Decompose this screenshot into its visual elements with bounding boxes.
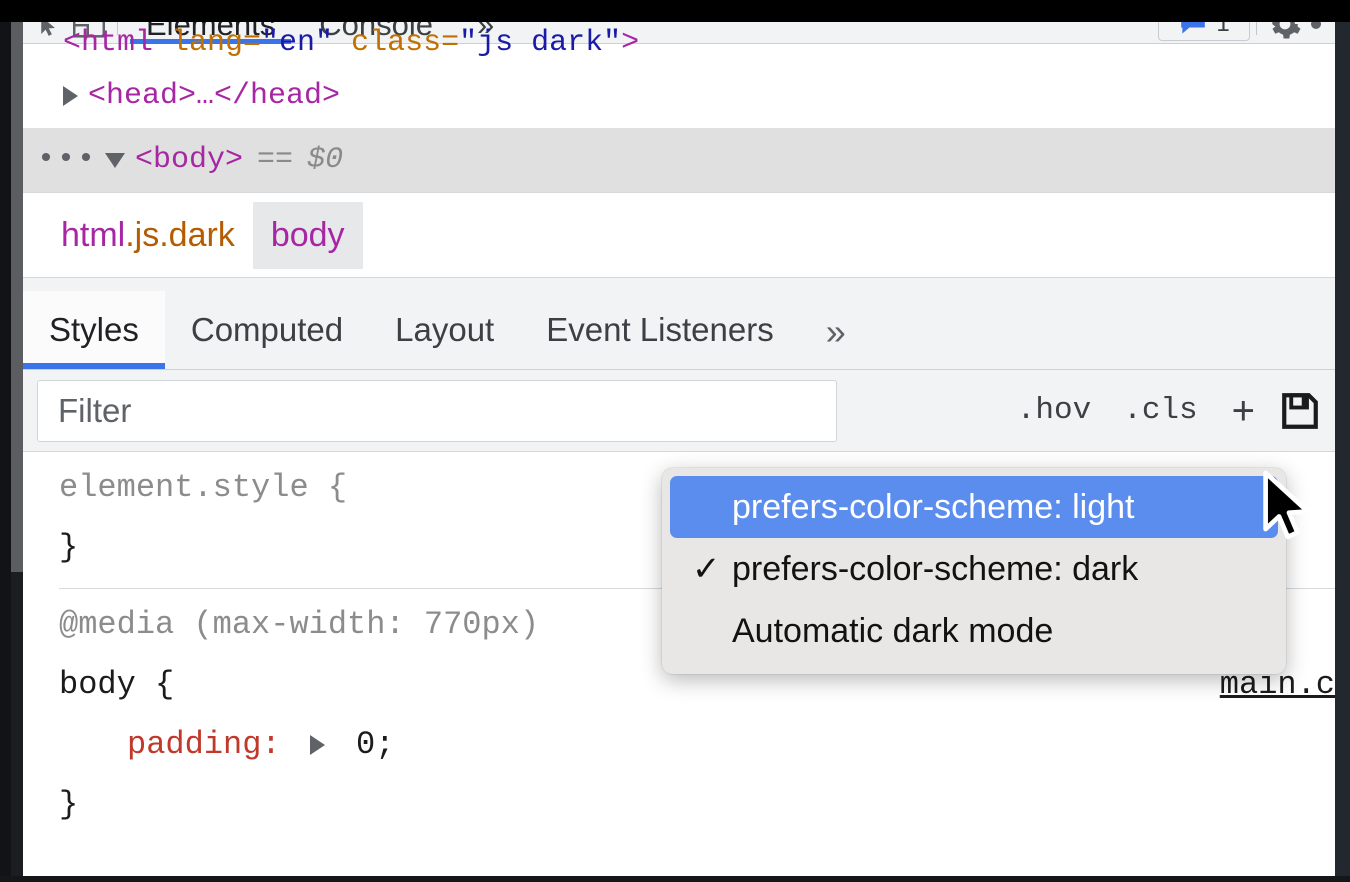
styles-toolbar: Filter .hov .cls +	[23, 370, 1335, 452]
menu-label-auto: Automatic dark mode	[732, 611, 1054, 650]
filter-input[interactable]: Filter	[37, 379, 837, 442]
media-query-text: @media (max-width: 770px)	[59, 606, 540, 643]
tab-event-listeners[interactable]: Event Listeners	[520, 311, 799, 369]
breadcrumb-item-body[interactable]: body	[252, 201, 363, 269]
element-style-brace: }	[59, 529, 79, 566]
dom-body-equals: ==	[257, 143, 294, 177]
breadcrumb-html-classes: .js.dark	[125, 215, 235, 254]
screen-root: Elements Console » 1 <html lang= "en" cl…	[0, 0, 1350, 882]
dom-html-tag-open: <html	[63, 26, 154, 60]
tab-overflow-chevron-sidebar[interactable]: »	[800, 311, 872, 369]
vertical-scrollbar[interactable]	[11, 22, 23, 882]
expand-triangle-icon[interactable]	[63, 86, 78, 106]
filter-placeholder: Filter	[58, 391, 132, 429]
dom-html-attr-class-value: "js dark"	[459, 26, 622, 60]
dom-head-text: <head>…</head>	[88, 79, 341, 113]
scrollbar-thumb[interactable]	[11, 22, 23, 572]
dom-row-body[interactable]: ••• <body> == $0	[23, 128, 1335, 192]
breadcrumb-item-html[interactable]: html.js.dark	[43, 202, 253, 269]
css-property-value[interactable]: 0;	[356, 726, 394, 763]
breadcrumb-html-tag: html	[61, 215, 126, 254]
dom-row-head[interactable]: <head>…</head>	[23, 64, 1335, 128]
window-top-edge	[0, 0, 1350, 22]
window-left-edge	[0, 0, 11, 882]
tab-computed[interactable]: Computed	[165, 311, 369, 369]
rule-body-close: }	[59, 775, 1335, 835]
dom-html-attr-class: class=	[351, 26, 460, 60]
dom-body-ref: $0	[307, 143, 344, 177]
tab-layout[interactable]: Layout	[369, 311, 520, 369]
new-style-rule-button[interactable]: +	[1214, 391, 1273, 431]
breadcrumb: html.js.dark body	[23, 192, 1335, 278]
window-bottom-edge	[0, 876, 1350, 882]
menu-item-automatic-dark-mode[interactable]: Automatic dark mode	[670, 600, 1278, 662]
menu-label-light: prefers-color-scheme: light	[732, 487, 1135, 526]
toggle-element-classes-button[interactable]: .cls	[1107, 393, 1213, 428]
toggle-hover-state-button[interactable]: .hov	[1001, 393, 1107, 428]
css-property-name[interactable]: padding:	[127, 726, 281, 763]
devtools-panel: Elements Console » 1 <html lang= "en" cl…	[23, 22, 1335, 876]
body-selector-text[interactable]: body {	[59, 666, 174, 703]
dom-more-ellipsis-icon[interactable]: •••	[37, 145, 97, 175]
css-declaration-padding[interactable]: padding: 0;	[59, 715, 1335, 775]
menu-item-prefers-color-scheme-light[interactable]: prefers-color-scheme: light	[670, 476, 1278, 538]
element-style-selector-text: element.style {	[59, 469, 348, 506]
menu-item-prefers-color-scheme-dark[interactable]: ✓ prefers-color-scheme: dark	[670, 538, 1278, 600]
dom-tree: <html lang= "en" class= "js dark" > <hea…	[23, 22, 1335, 192]
styles-sidebar-tabs: Styles Computed Layout Event Listeners »	[23, 278, 1335, 370]
save-floppy-icon[interactable]	[1273, 390, 1335, 432]
tab-styles[interactable]: Styles	[23, 291, 165, 369]
body-rule-brace: }	[59, 786, 79, 823]
dom-html-tag-close: >	[621, 26, 640, 60]
dom-body-tag: <body>	[135, 143, 244, 177]
dom-html-attr-lang-value: "en"	[261, 26, 334, 60]
color-scheme-context-menu: prefers-color-scheme: light ✓ prefers-co…	[662, 468, 1286, 674]
checkmark-icon: ✓	[692, 550, 721, 588]
collapse-triangle-icon[interactable]	[105, 152, 126, 168]
expand-shorthand-triangle-icon[interactable]	[309, 734, 325, 755]
dom-row-html[interactable]: <html lang= "en" class= "js dark" >	[23, 22, 1335, 64]
dom-html-attr-lang: lang=	[171, 26, 262, 60]
window-right-edge	[1335, 0, 1350, 882]
menu-label-dark: prefers-color-scheme: dark	[732, 549, 1139, 588]
breadcrumb-body-tag: body	[270, 215, 345, 254]
